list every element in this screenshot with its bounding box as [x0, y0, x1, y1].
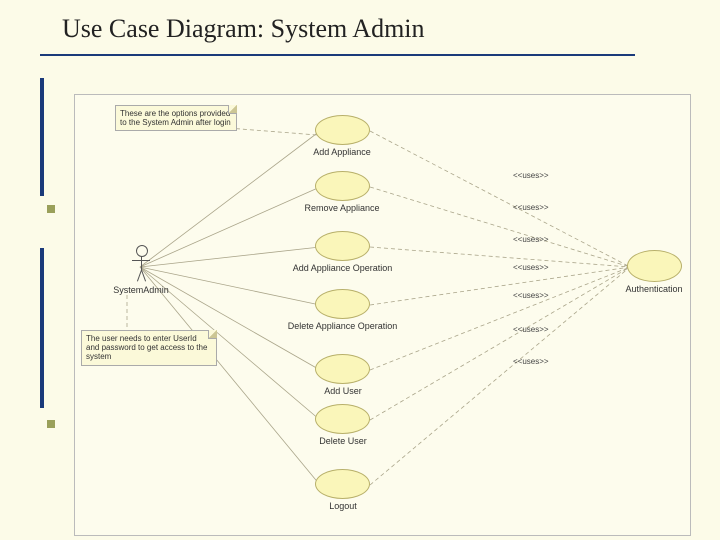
note-fold-icon	[208, 330, 217, 339]
usecase-delete-user	[315, 404, 370, 434]
usecase-authentication	[627, 250, 682, 282]
label-authentication: Authentication	[615, 284, 693, 294]
slide: Use Case Diagram: System Admin	[0, 0, 720, 540]
uses-label-7: <<uses>>	[513, 357, 549, 366]
usecase-logout	[315, 469, 370, 499]
note-login-text: The user needs to enter UserId and passw…	[86, 334, 207, 361]
connector-lines	[75, 95, 690, 535]
uses-label-2: <<uses>>	[513, 203, 549, 212]
note-options: These are the options provided to the Sy…	[115, 105, 237, 131]
usecase-add-appliance	[315, 115, 370, 145]
label-delete-op: Delete Appliance Operation	[275, 321, 410, 331]
label-add-user: Add User	[313, 386, 373, 396]
side-accent-2	[40, 248, 44, 408]
uses-label-3: <<uses>>	[513, 235, 549, 244]
actor-label: SystemAdmin	[111, 285, 171, 295]
actor-system-admin: SystemAdmin	[111, 245, 171, 295]
label-logout: Logout	[321, 501, 365, 511]
uses-label-6: <<uses>>	[513, 325, 549, 334]
note-options-text: These are the options provided to the Sy…	[120, 109, 231, 127]
label-add-appliance: Add Appliance	[297, 147, 387, 157]
uses-label-1: <<uses>>	[513, 171, 549, 180]
uses-label-4: <<uses>>	[513, 263, 549, 272]
usecase-diagram: These are the options provided to the Sy…	[74, 94, 691, 536]
label-remove-appliance: Remove Appliance	[287, 203, 397, 213]
usecase-remove-appliance	[315, 171, 370, 201]
stick-figure-icon	[130, 245, 152, 285]
label-add-op: Add Appliance Operation	[280, 263, 405, 273]
title-underline	[40, 54, 635, 56]
uses-label-5: <<uses>>	[513, 291, 549, 300]
note-fold-icon	[228, 105, 237, 114]
slide-title: Use Case Diagram: System Admin	[62, 14, 425, 44]
usecase-add-user	[315, 354, 370, 384]
usecase-add-op	[315, 231, 370, 261]
bullet-2	[47, 420, 55, 428]
label-delete-user: Delete User	[307, 436, 379, 446]
note-login: The user needs to enter UserId and passw…	[81, 330, 217, 366]
usecase-delete-op	[315, 289, 370, 319]
side-accent-1	[40, 78, 44, 196]
bullet-1	[47, 205, 55, 213]
